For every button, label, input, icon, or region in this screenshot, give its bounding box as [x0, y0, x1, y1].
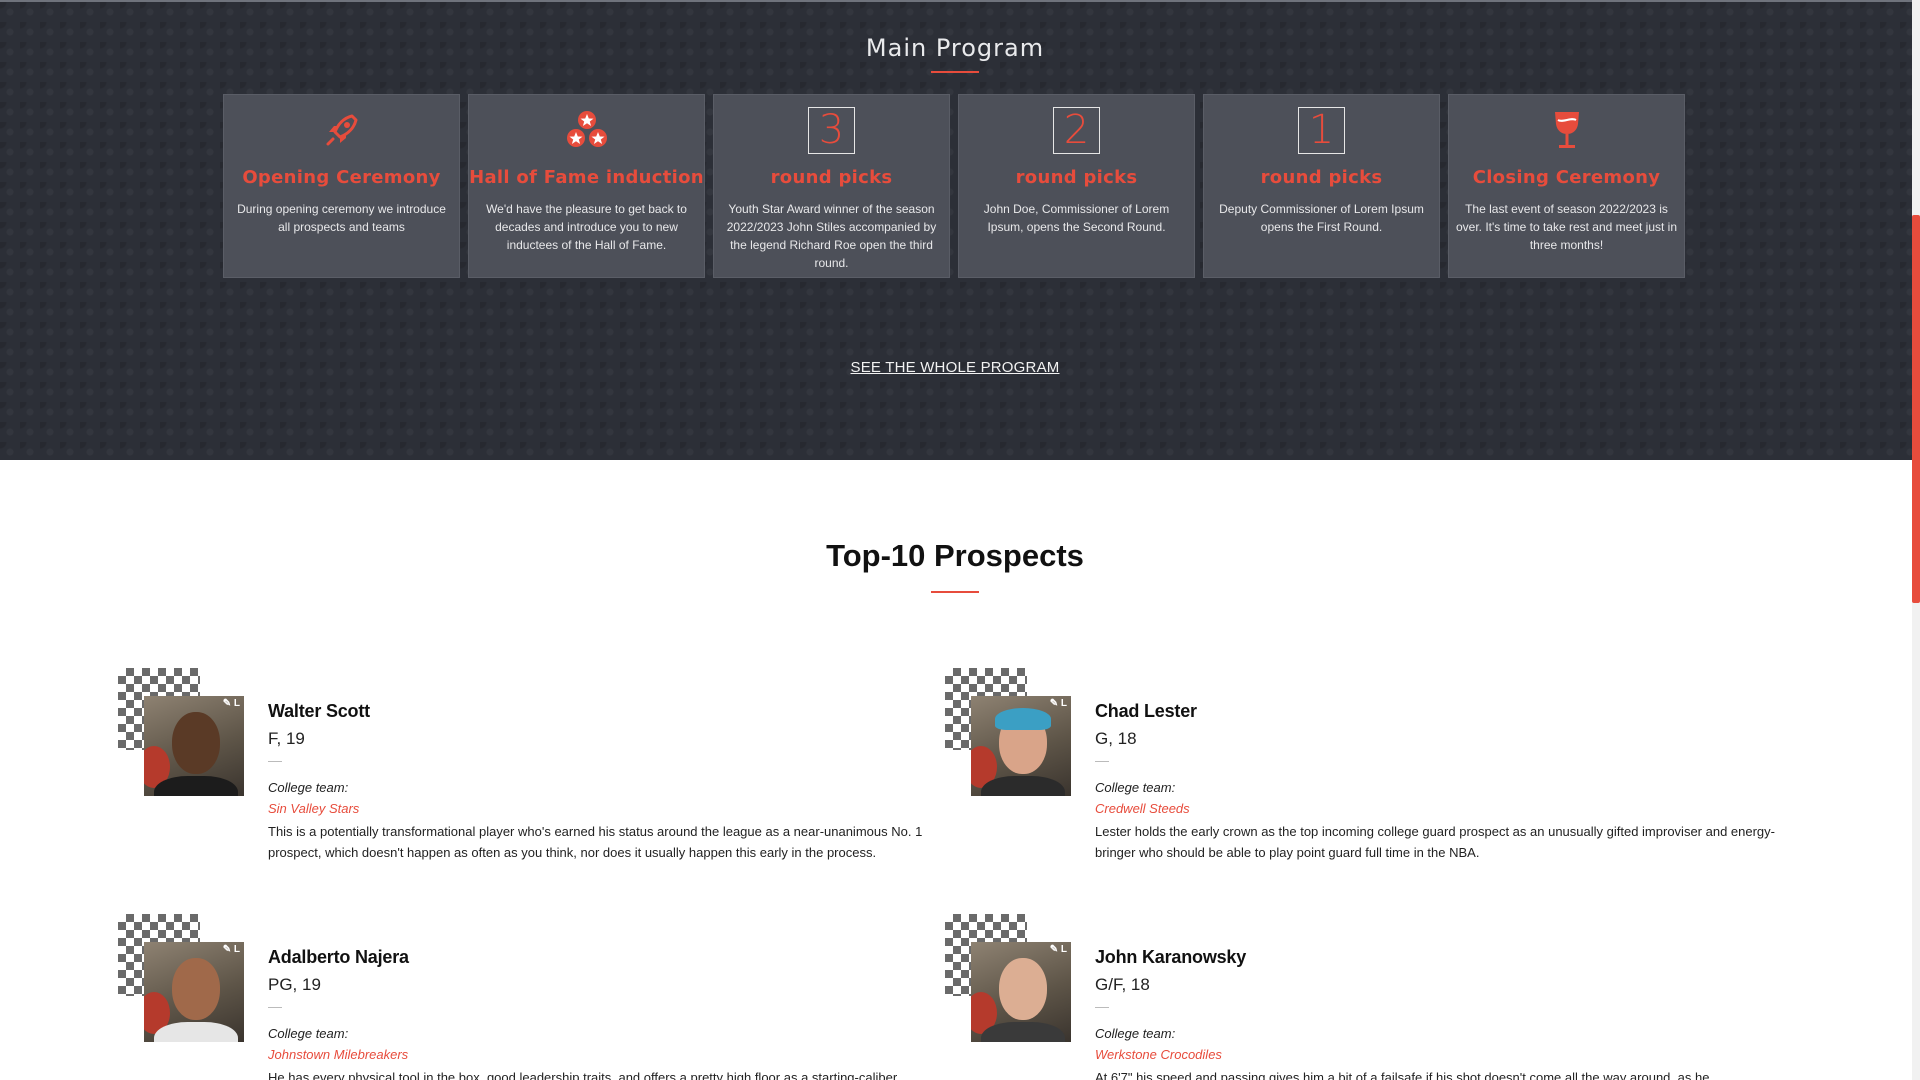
program-title-underline	[931, 71, 979, 73]
card-text: We'd have the pleasure to get back to de…	[486, 202, 687, 252]
program-cards: Opening Ceremony During opening ceremony…	[223, 94, 1685, 278]
prospect-position: PG, 19	[268, 975, 321, 994]
prospect-name[interactable]: Walter Scott	[268, 701, 370, 722]
program-card-hall-of-fame: Hall of Fame induction We'd have the ple…	[468, 94, 705, 278]
photo-badge: ✎ L	[1049, 944, 1067, 955]
program-card-closing-ceremony: Closing Ceremony The last event of seaso…	[1448, 94, 1685, 278]
see-whole-program-link[interactable]: SEE THE WHOLE PROGRAM	[851, 359, 1060, 376]
scrollbar-thumb[interactable]	[1912, 215, 1920, 603]
prospect-name[interactable]: Adalberto Najera	[268, 947, 409, 968]
card-title: Hall of Fame induction	[469, 167, 704, 188]
card-title: round picks	[770, 167, 893, 188]
card-title: Closing Ceremony	[1472, 167, 1661, 188]
college-team-label: College team:	[268, 780, 349, 795]
prospect-card: ✎ L Chad Lester G, 18 College team: Cred…	[945, 668, 1775, 888]
prospect-description: He has every physical tool in the box, g…	[268, 1070, 898, 1080]
divider	[1095, 761, 1109, 762]
stars-icon	[566, 111, 607, 147]
rocket-icon	[326, 114, 357, 146]
program-title: Main Program	[865, 34, 1045, 62]
number-2-icon: 2	[1053, 106, 1100, 154]
prospects-title: Top-10 Prospects	[826, 538, 1084, 573]
divider	[268, 761, 282, 762]
divider	[1095, 1007, 1109, 1008]
prospect-card: ✎ L John Karanowsky G/F, 18 College team…	[945, 914, 1709, 1080]
college-team-name[interactable]: Werkstone Crocodiles	[1095, 1047, 1222, 1062]
prospect-description: This is a potentially transformational p…	[268, 824, 923, 860]
main-program-section: Main Program Opening Ceremony During ope…	[0, 0, 1920, 460]
card-text: During opening ceremony we introduce all…	[237, 202, 446, 234]
card-title: round picks	[1260, 167, 1383, 188]
prospect-photo[interactable]: ✎ L	[971, 696, 1071, 796]
card-title: Opening Ceremony	[242, 167, 441, 188]
photo-badge: ✎ L	[222, 698, 240, 709]
college-team-name[interactable]: Credwell Steeds	[1095, 801, 1190, 816]
prospect-name[interactable]: John Karanowsky	[1095, 947, 1246, 968]
prospects-title-underline	[931, 591, 979, 593]
program-card-second-round: 2 round picks John Doe, Commissioner of …	[958, 94, 1195, 278]
number-3-icon: 3	[808, 106, 855, 154]
divider	[268, 1007, 282, 1008]
number-1-icon: 1	[1298, 106, 1345, 154]
photo-badge: ✎ L	[222, 944, 240, 955]
wine-glass-icon	[1554, 112, 1579, 148]
card-text: The last event of season 2022/2023 is ov…	[1455, 202, 1678, 252]
card-text: Deputy Commissioner of Lorem Ipsum opens…	[1219, 202, 1424, 234]
prospect-card: ✎ L Walter Scott F, 19 College team: Sin…	[118, 668, 922, 888]
prospect-position: F, 19	[268, 729, 305, 748]
prospect-card: ✎ L Adalberto Najera PG, 19 College team…	[118, 914, 897, 1080]
card-text: John Doe, Commissioner of Lorem Ipsum, o…	[983, 202, 1170, 234]
college-team-label: College team:	[268, 1026, 349, 1041]
prospect-description: At 6'7" his speed and passing gives him …	[1095, 1070, 1710, 1080]
prospect-photo[interactable]: ✎ L	[144, 942, 244, 1042]
prospect-position: G/F, 18	[1095, 975, 1150, 994]
prospect-photo[interactable]: ✎ L	[144, 696, 244, 796]
page-scrollbar[interactable]	[1912, 0, 1920, 1080]
prospect-photo[interactable]: ✎ L	[971, 942, 1071, 1042]
college-team-label: College team:	[1095, 1026, 1176, 1041]
college-team-name[interactable]: Johnstown Milebreakers	[268, 1047, 408, 1062]
card-title: round picks	[1015, 167, 1138, 188]
prospect-description: Lester holds the early crown as the top …	[1095, 824, 1775, 860]
college-team-name[interactable]: Sin Valley Stars	[268, 801, 359, 816]
card-text: Youth Star Award winner of the season 20…	[726, 202, 937, 270]
college-team-label: College team:	[1095, 780, 1176, 795]
photo-badge: ✎ L	[1049, 698, 1067, 709]
prospect-name[interactable]: Chad Lester	[1095, 701, 1197, 722]
program-card-opening-ceremony: Opening Ceremony During opening ceremony…	[223, 94, 460, 278]
program-card-third-round: 3 round picks Youth Star Award winner of…	[713, 94, 950, 278]
program-card-first-round: 1 round picks Deputy Commissioner of Lor…	[1203, 94, 1440, 278]
prospect-position: G, 18	[1095, 729, 1137, 748]
